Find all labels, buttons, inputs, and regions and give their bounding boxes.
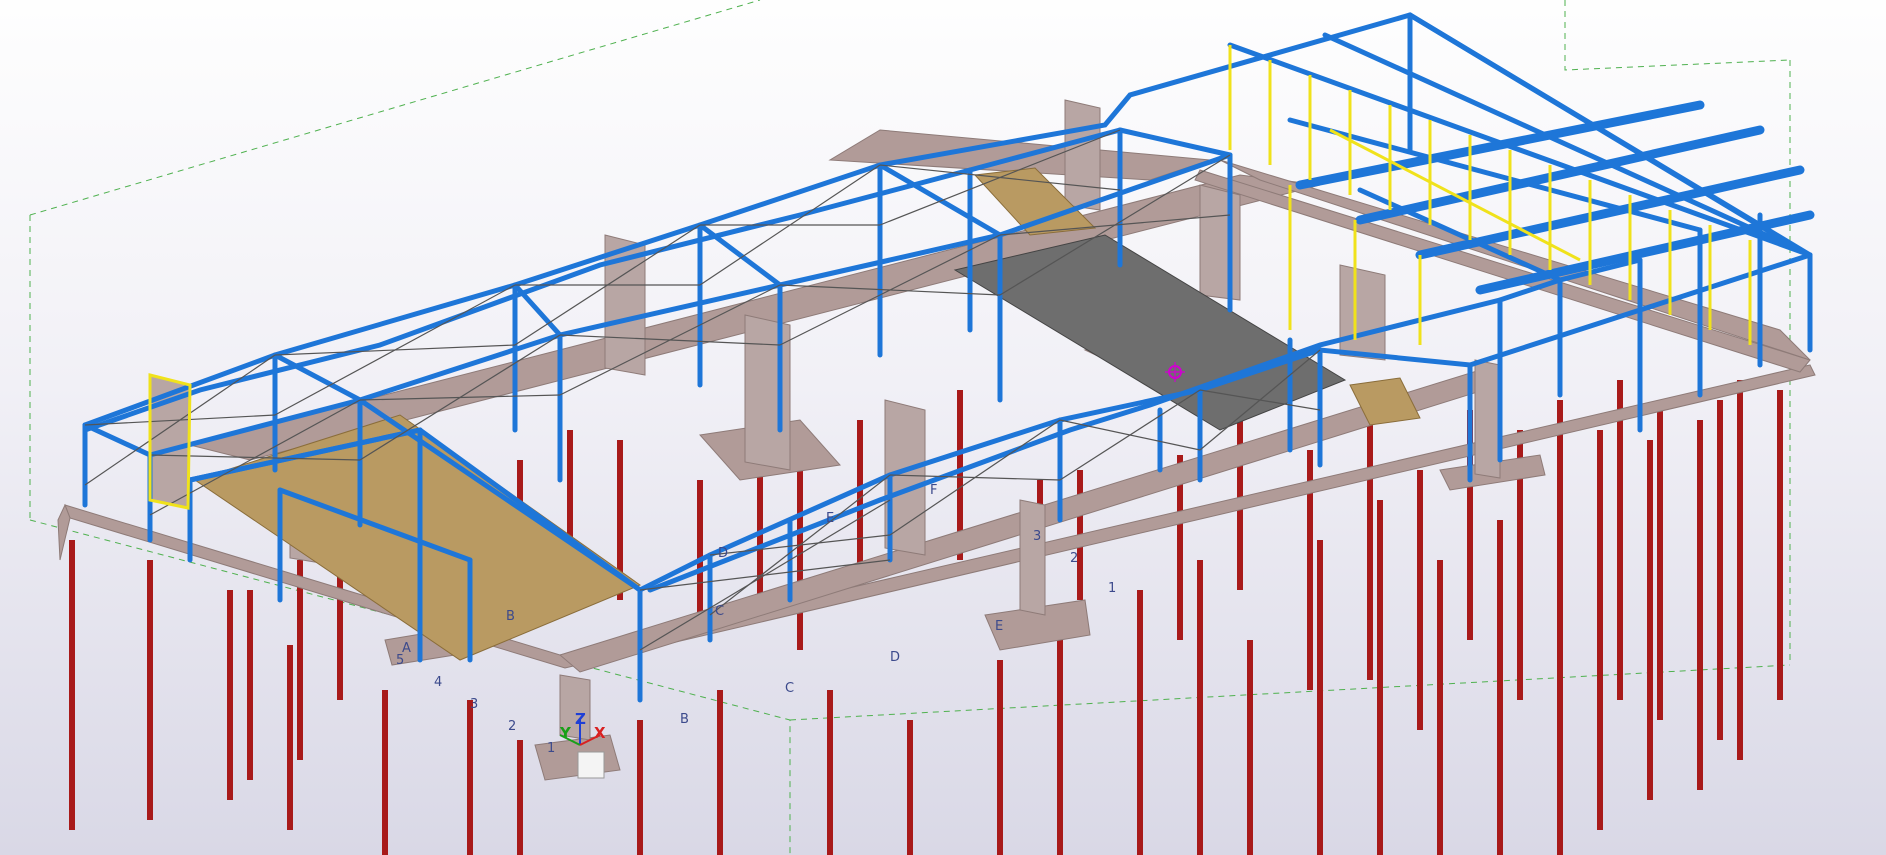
concrete-column[interactable]	[744, 314, 791, 471]
grid-label-e: E	[826, 511, 834, 526]
work-area-edge	[29, 0, 761, 216]
work-area-edge	[1564, 0, 1791, 71]
grid-label-c-lower: C	[785, 681, 794, 696]
grid-label-e-lower: E	[995, 619, 1003, 634]
grid-label-d: D	[718, 546, 728, 561]
grid-label-2-right: 2	[1070, 551, 1078, 566]
concrete-column[interactable]	[1019, 499, 1046, 616]
rafter	[697, 222, 783, 288]
grid-label-5: 5	[396, 653, 404, 668]
axis-cube-icon	[577, 751, 605, 779]
axis-z-label: Z	[575, 710, 586, 728]
rafter	[1227, 42, 1813, 258]
ground-beam-end[interactable]	[57, 503, 71, 561]
axis-x-label: X	[594, 724, 606, 742]
grid-label-1-lower: 1	[1108, 581, 1116, 596]
grid-label-3: 3	[470, 697, 478, 712]
grid-label-3-right: 3	[1033, 529, 1041, 544]
rafter	[1117, 127, 1233, 158]
grid-label-b: B	[506, 609, 515, 624]
axis-y-label: Y	[559, 724, 572, 742]
grid-label-c: C	[715, 604, 724, 619]
rafter	[82, 422, 153, 458]
grid-label-b-lower: B	[680, 712, 689, 727]
model-view-3d[interactable]: A B C D E F B C D E 1 1 2 3 4 5 2 3 Z Y …	[0, 0, 1886, 855]
grid-label-f: F	[930, 483, 937, 498]
roof-eave-back	[82, 127, 1123, 433]
concrete-column[interactable]	[1474, 359, 1501, 479]
grid-label-4: 4	[434, 675, 442, 690]
rafter	[512, 282, 563, 338]
work-area-edge	[789, 664, 1791, 721]
concrete-column[interactable]	[1339, 264, 1386, 361]
grid-label-2: 2	[508, 719, 516, 734]
concrete-column[interactable]	[1199, 184, 1241, 301]
grid-label-1: 1	[547, 741, 555, 756]
structural-model-scene[interactable]: A B C D E F B C D E 1 1 2 3 4 5 2 3 Z Y …	[0, 0, 1886, 855]
grid-label-d-lower: D	[890, 650, 900, 665]
concrete-column[interactable]	[1064, 99, 1101, 211]
